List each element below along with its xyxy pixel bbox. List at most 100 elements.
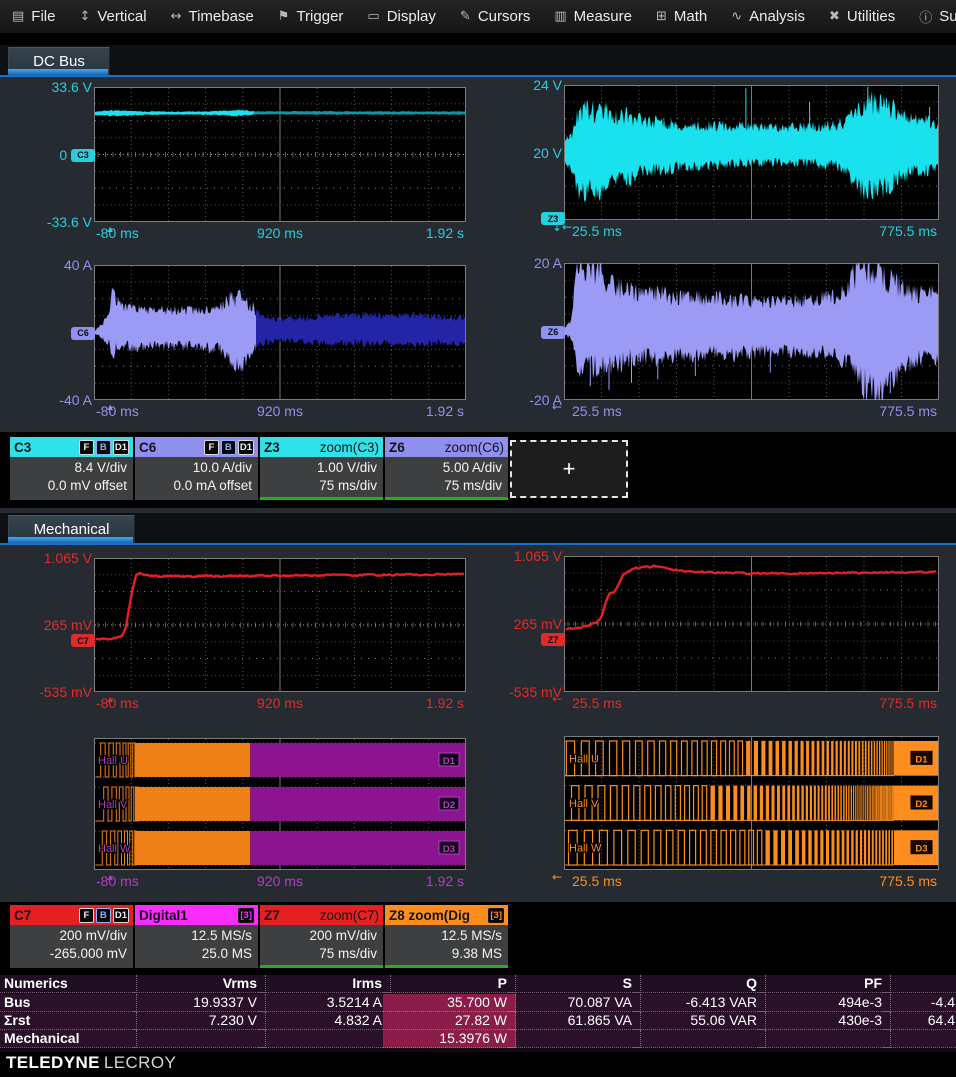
waveform-grid-z6[interactable] xyxy=(564,263,939,400)
descriptor-settings: 200 mV/div-265.000 mV xyxy=(10,925,133,963)
channel-badge-c7[interactable]: C7 xyxy=(71,634,95,647)
numerics-value: 4.832 A xyxy=(258,1012,391,1030)
active-timebase-indicator xyxy=(385,965,508,968)
channel-badge-z7[interactable]: Z7 xyxy=(541,633,565,646)
descriptor-z3[interactable]: Z3zoom(C3)1.00 V/div75 ms/div xyxy=(260,437,383,500)
svg-text:D1: D1 xyxy=(915,754,928,765)
menu-item-measure[interactable]: ▥Measure xyxy=(542,0,644,33)
menu-item-vertical[interactable]: ↕Vertical xyxy=(67,0,158,33)
zoom-position-arrow[interactable]: ← xyxy=(552,871,562,883)
menu-item-label: Math xyxy=(674,8,707,25)
channel-badge-c6[interactable]: C6 xyxy=(71,327,95,340)
numerics-value: 61.865 VA xyxy=(508,1012,641,1030)
menu-item-support[interactable]: ⓘSup xyxy=(907,0,956,33)
numerics-value: 35.700 W xyxy=(383,994,516,1012)
menu-item-trigger[interactable]: ⚑Trigger xyxy=(266,0,356,33)
channel-label: Digital1 xyxy=(139,908,188,923)
descriptor-header: Z3zoom(C3) xyxy=(260,437,383,457)
descriptor-z7[interactable]: Z7zoom(C7)200 mV/div75 ms/div xyxy=(260,905,383,968)
menu-item-display[interactable]: ▭ Display xyxy=(355,0,447,33)
descriptor-z8zoomdig[interactable]: Z8 zoom(Dig [3] 12.5 MS/s9.38 MS xyxy=(385,905,508,968)
header-badge-d1: D1 xyxy=(238,440,254,455)
cursors-icon: ✎ xyxy=(460,9,471,24)
c3-xlabel-2: 1.92 s xyxy=(94,225,464,241)
waveform-grid-c6[interactable] xyxy=(94,265,466,400)
zoom-position-arrow[interactable]: ← xyxy=(552,401,562,413)
menu-bar: ▤File↕Vertical↔Timebase⚑Trigger ▭ Display ✎… xyxy=(0,0,956,34)
numerics-header-row: NumericsVrmsIrmsPSQPF xyxy=(0,975,956,993)
logo-lecroy: LECROY xyxy=(104,1053,176,1072)
d1-trace: Hall UD1Hall VD2Hall WD3 xyxy=(94,738,466,870)
menu-item-math[interactable]: ⊞Math xyxy=(644,0,719,33)
descriptor-c6[interactable]: C6FBD110.0 A/div0.0 mA offset xyxy=(135,437,258,500)
trigger-position-marker[interactable]: ▲ xyxy=(106,873,115,882)
scale-per-div: 200 mV/div xyxy=(10,927,127,945)
descriptor-header: Z6zoom(C6) xyxy=(385,437,508,457)
c6-trace xyxy=(94,265,466,400)
descriptor-header: Z8 zoom(Dig [3] xyxy=(385,905,508,925)
descriptor-c7[interactable]: C7FBD1200 mV/div-265.000 mV xyxy=(10,905,133,968)
display-icon: ▭ xyxy=(367,9,379,24)
plus-icon: + xyxy=(563,456,576,482)
waveform-grid-z8[interactable]: Hall UD1Hall VD2Hall WD3 xyxy=(564,736,939,870)
descriptor-digital1[interactable]: Digital1[3]12.5 MS/s25.0 MS xyxy=(135,905,258,968)
numerics-col-header: P xyxy=(383,975,516,993)
numerics-col-header: Vrms xyxy=(133,975,266,993)
descriptor-z6[interactable]: Z6zoom(C6)5.00 A/div75 ms/div xyxy=(385,437,508,500)
add-trace-button[interactable]: + xyxy=(510,440,628,498)
numerics-value: 27.82 W xyxy=(383,1012,516,1030)
trigger-position-marker[interactable]: ▲ xyxy=(106,695,115,704)
channel-label: Z8 zoom(Dig xyxy=(389,908,470,923)
z8-trace: Hall UD1Hall VD2Hall WD3 xyxy=(564,736,939,870)
zoom-position-arrow[interactable]: ← xyxy=(552,693,562,705)
numerics-value: -6.413 VAR xyxy=(633,994,766,1012)
menu-item-file[interactable]: ▤File xyxy=(0,0,67,33)
descriptor-c3[interactable]: C3FBD18.4 V/div0.0 mV offset xyxy=(10,437,133,500)
file-icon: ▤ xyxy=(12,9,24,24)
z6-ylabel-0: 20 A xyxy=(474,255,562,271)
descriptor-settings: 12.5 MS/s9.38 MS xyxy=(385,925,508,963)
descriptor-header: C7FBD1 xyxy=(10,905,133,925)
z6-ylabel-2: -20 A xyxy=(474,392,562,408)
d1-xlabel-2: 1.92 s xyxy=(94,873,464,889)
waveform-grid-d1[interactable]: Hall UD1Hall VD2Hall WD3 xyxy=(94,738,466,870)
menu-item-analysis[interactable]: ∿Analysis xyxy=(719,0,817,33)
svg-text:Hall W: Hall W xyxy=(98,843,131,855)
channel-badge-z3[interactable]: Z3 xyxy=(541,212,565,225)
numerics-col-header: Q xyxy=(633,975,766,993)
menu-item-label: Display xyxy=(387,8,436,25)
c7-ylabel-2: -535 mV xyxy=(4,684,92,700)
waveform-grid-z3[interactable] xyxy=(564,85,939,220)
svg-text:D1: D1 xyxy=(443,756,456,767)
trigger-position-marker[interactable]: ▲ xyxy=(106,403,115,412)
waveform-grid-c3[interactable] xyxy=(94,87,466,222)
menu-item-utilities[interactable]: ✖Utilities xyxy=(817,0,907,33)
numerics-value: 494e-3 xyxy=(758,994,891,1012)
scale-per-div: 5.00 A/div xyxy=(385,459,502,477)
oscilloscope-app: ▤File↕Vertical↔Timebase⚑Trigger ▭ Display ✎… xyxy=(0,0,956,1077)
scale-per-div: 12.5 MS/s xyxy=(385,927,502,945)
trigger-position-marker[interactable]: ▲ xyxy=(106,225,115,234)
menu-item-label: Timebase xyxy=(188,8,253,25)
channel-badge-c3[interactable]: C3 xyxy=(71,149,95,162)
menu-item-cursors[interactable]: ✎Cursors xyxy=(448,0,542,33)
c7-ylabel-1: 265 mV xyxy=(4,617,92,633)
z3-trace xyxy=(564,85,939,220)
z7-ylabel-2: -535 mV xyxy=(474,684,562,700)
svg-text:D3: D3 xyxy=(915,844,927,855)
active-timebase-indicator xyxy=(385,497,508,500)
menu-item-timebase[interactable]: ↔Timebase xyxy=(159,0,266,33)
c3-trace xyxy=(94,87,466,222)
header-badge-3: [3] xyxy=(488,908,504,923)
waveform-grid-z7[interactable] xyxy=(564,556,939,692)
z7-xlabel-1: 775.5 ms xyxy=(564,695,937,711)
channel-badge-z6[interactable]: Z6 xyxy=(541,326,565,339)
z7-ylabel-1: 265 mV xyxy=(474,616,562,632)
analysis-icon: ∿ xyxy=(731,9,742,24)
svg-text:D2: D2 xyxy=(443,800,455,811)
numerics-row-label: Bus xyxy=(0,994,137,1012)
waveform-grid-c7[interactable] xyxy=(94,558,466,692)
tabbar-dc-bus: DC Bus xyxy=(0,45,956,77)
numerics-value xyxy=(633,1030,766,1048)
scale-per-div: 12.5 MS/s xyxy=(135,927,252,945)
